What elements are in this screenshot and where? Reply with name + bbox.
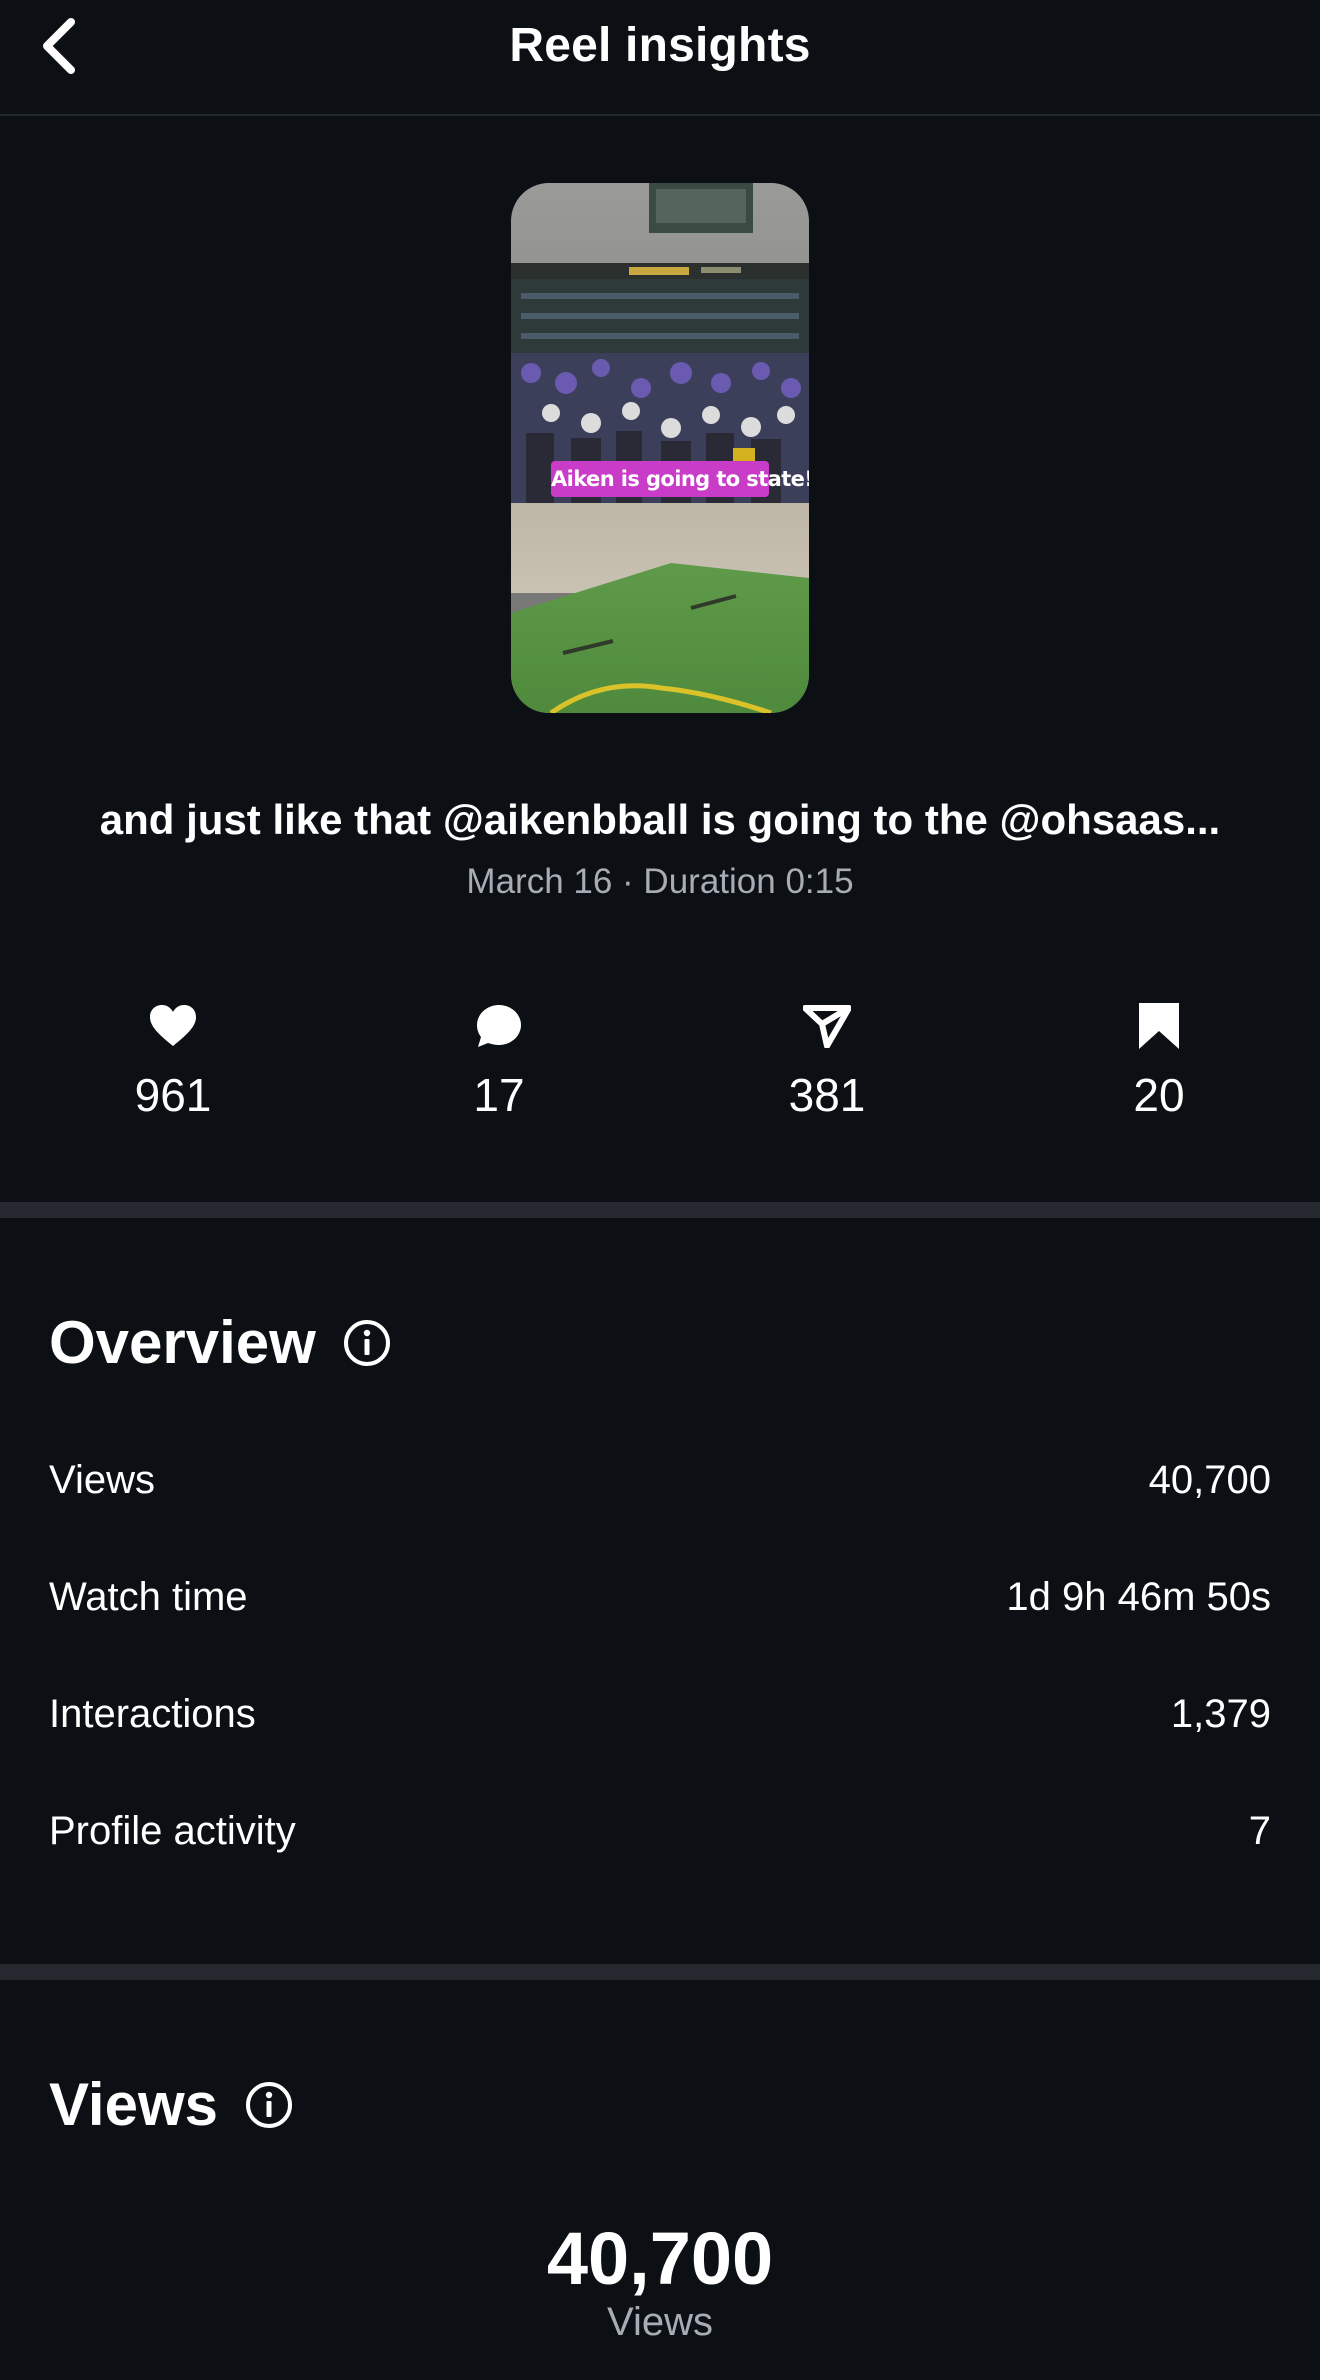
views-total-label: Views bbox=[607, 2300, 713, 2344]
overview-row-interactions: Interactions 1,379 bbox=[49, 1692, 1271, 1737]
page-title: Reel insights bbox=[509, 19, 811, 72]
comment-icon bbox=[477, 1005, 521, 1047]
views-title: Views bbox=[49, 2071, 219, 2138]
saves-stat: 20 bbox=[1059, 1000, 1259, 1122]
reel-meta: March 16 · Duration 0:15 bbox=[466, 862, 854, 901]
saves-count: 20 bbox=[1133, 1069, 1185, 1121]
heart-icon bbox=[150, 1005, 196, 1046]
row-label: Watch time bbox=[49, 1575, 248, 1619]
likes-stat: 961 bbox=[73, 1000, 273, 1122]
overview-row-views: Views 40,700 bbox=[49, 1458, 1271, 1503]
views-heading: Views bbox=[49, 2070, 294, 2139]
overview-row-profile-activity: Profile activity 7 bbox=[49, 1809, 1271, 1854]
row-label: Profile activity bbox=[49, 1809, 296, 1853]
header: Reel insights bbox=[0, 0, 1320, 120]
header-divider bbox=[0, 114, 1320, 116]
row-label: Views bbox=[49, 1458, 155, 1502]
reel-caption: and just like that @aikenbball is going … bbox=[99, 796, 1221, 843]
shares-stat: 381 bbox=[727, 1000, 927, 1122]
likes-count: 961 bbox=[134, 1069, 212, 1121]
info-icon[interactable] bbox=[342, 1318, 392, 1368]
shares-count: 381 bbox=[788, 1069, 866, 1121]
bookmark-icon bbox=[1139, 1003, 1179, 1049]
reel-thumbnail[interactable]: Aiken is going to state! bbox=[511, 183, 809, 713]
comments-count: 17 bbox=[473, 1069, 525, 1121]
row-label: Interactions bbox=[49, 1692, 256, 1736]
overview-row-watch-time: Watch time 1d 9h 46m 50s bbox=[49, 1575, 1271, 1620]
overview-heading: Overview bbox=[49, 1308, 392, 1377]
section-divider bbox=[0, 1964, 1320, 1980]
row-value: 7 bbox=[1248, 1809, 1271, 1853]
comments-stat: 17 bbox=[399, 1000, 599, 1122]
reel-thumbnail-image bbox=[511, 183, 809, 713]
info-icon[interactable] bbox=[244, 2080, 294, 2130]
row-value: 40,700 bbox=[1148, 1458, 1271, 1502]
share-icon bbox=[803, 1005, 851, 1048]
overview-title: Overview bbox=[49, 1309, 316, 1376]
section-divider bbox=[0, 1202, 1320, 1218]
views-total: 40,700 bbox=[546, 2217, 774, 2300]
row-value: 1d 9h 46m 50s bbox=[1006, 1575, 1271, 1619]
row-value: 1,379 bbox=[1170, 1692, 1271, 1736]
thumbnail-overlay-text: Aiken is going to state! bbox=[551, 467, 809, 491]
